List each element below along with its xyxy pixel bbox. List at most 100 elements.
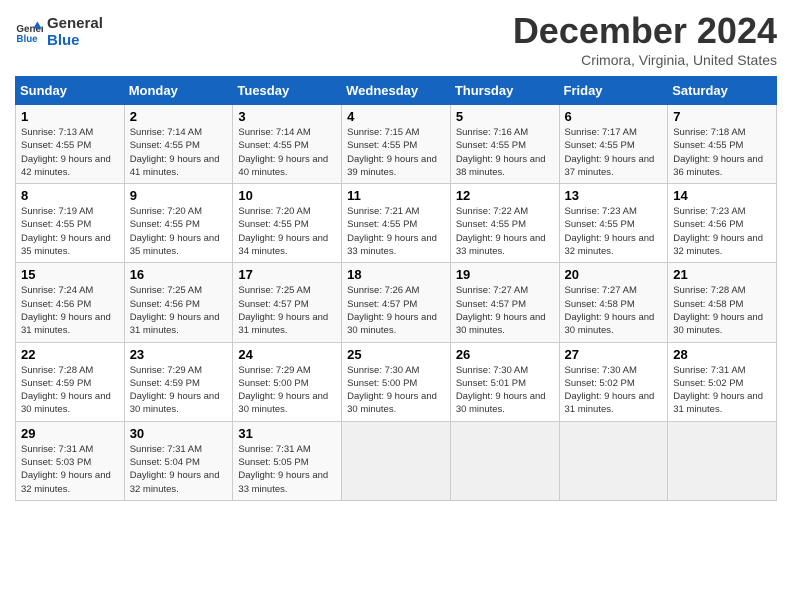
calendar-cell [342,421,451,500]
calendar-cell: 6 Sunrise: 7:17 AMSunset: 4:55 PMDaylight… [559,105,668,184]
day-number: 18 [347,267,445,282]
day-number: 16 [130,267,228,282]
day-number: 27 [565,347,663,362]
day-number: 29 [21,426,119,441]
weekday-header-row: SundayMondayTuesdayWednesdayThursdayFrid… [16,77,777,105]
day-number: 21 [673,267,771,282]
day-info: Sunrise: 7:29 AMSunset: 5:00 PMDaylight:… [238,364,336,417]
day-number: 19 [456,267,554,282]
day-number: 20 [565,267,663,282]
calendar-cell: 29 Sunrise: 7:31 AMSunset: 5:03 PMDayligh… [16,421,125,500]
calendar-cell: 9Sunrise: 7:20 AMSunset: 4:55 PMDaylight… [124,184,233,263]
calendar-cell: 10Sunrise: 7:20 AMSunset: 4:55 PMDayligh… [233,184,342,263]
day-info: Sunrise: 7:30 AMSunset: 5:01 PMDaylight:… [456,364,554,417]
day-number: 6 [565,109,663,124]
weekday-header-tuesday: Tuesday [233,77,342,105]
calendar-cell: 27 Sunrise: 7:30 AMSunset: 5:02 PMDayligh… [559,342,668,421]
day-info: Sunrise: 7:31 AMSunset: 5:04 PMDaylight:… [130,443,228,496]
day-info: Sunrise: 7:25 AMSunset: 4:56 PMDaylight:… [130,284,228,337]
day-number: 1 [21,109,119,124]
day-number: 17 [238,267,336,282]
day-info: Sunrise: 7:27 AMSunset: 4:57 PMDaylight:… [456,284,554,337]
svg-text:Blue: Blue [16,34,38,45]
day-number: 8 [21,188,119,203]
calendar-week-4: 22 Sunrise: 7:28 AMSunset: 4:59 PMDayligh… [16,342,777,421]
calendar-cell: 17 Sunrise: 7:25 AMSunset: 4:57 PMDayligh… [233,263,342,342]
day-info: Sunrise: 7:15 AMSunset: 4:55 PMDaylight:… [347,126,445,179]
calendar-cell: 16 Sunrise: 7:25 AMSunset: 4:56 PMDayligh… [124,263,233,342]
day-number: 22 [21,347,119,362]
day-number: 23 [130,347,228,362]
calendar-week-5: 29 Sunrise: 7:31 AMSunset: 5:03 PMDayligh… [16,421,777,500]
day-info: Sunrise: 7:19 AMSunset: 4:55 PMDaylight:… [21,205,119,258]
day-info: Sunrise: 7:29 AMSunset: 4:59 PMDaylight:… [130,364,228,417]
weekday-header-wednesday: Wednesday [342,77,451,105]
weekday-header-monday: Monday [124,77,233,105]
logo-blue-text: Blue [47,32,103,49]
day-number: 3 [238,109,336,124]
day-info: Sunrise: 7:20 AMSunset: 4:55 PMDaylight:… [238,205,336,258]
title-area: December 2024 Crimora, Virginia, United … [513,10,777,68]
day-info: Sunrise: 7:16 AMSunset: 4:55 PMDaylight:… [456,126,554,179]
day-number: 25 [347,347,445,362]
calendar-cell [450,421,559,500]
day-number: 24 [238,347,336,362]
day-info: Sunrise: 7:23 AMSunset: 4:55 PMDaylight:… [565,205,663,258]
calendar-cell [559,421,668,500]
calendar-cell: 2 Sunrise: 7:14 AMSunset: 4:55 PMDaylight… [124,105,233,184]
calendar-cell: 1 Sunrise: 7:13 AMSunset: 4:55 PMDaylight… [16,105,125,184]
day-number: 2 [130,109,228,124]
calendar-cell: 23 Sunrise: 7:29 AMSunset: 4:59 PMDayligh… [124,342,233,421]
calendar-cell: 26 Sunrise: 7:30 AMSunset: 5:01 PMDayligh… [450,342,559,421]
weekday-header-sunday: Sunday [16,77,125,105]
day-info: Sunrise: 7:30 AMSunset: 5:00 PMDaylight:… [347,364,445,417]
day-number: 31 [238,426,336,441]
calendar-cell: 18 Sunrise: 7:26 AMSunset: 4:57 PMDayligh… [342,263,451,342]
calendar-cell: 12Sunrise: 7:22 AMSunset: 4:55 PMDayligh… [450,184,559,263]
day-info: Sunrise: 7:25 AMSunset: 4:57 PMDaylight:… [238,284,336,337]
day-info: Sunrise: 7:23 AMSunset: 4:56 PMDaylight:… [673,205,771,258]
day-info: Sunrise: 7:14 AMSunset: 4:55 PMDaylight:… [238,126,336,179]
day-number: 9 [130,188,228,203]
day-info: Sunrise: 7:26 AMSunset: 4:57 PMDaylight:… [347,284,445,337]
calendar-cell: 25 Sunrise: 7:30 AMSunset: 5:00 PMDayligh… [342,342,451,421]
calendar-cell: 5 Sunrise: 7:16 AMSunset: 4:55 PMDaylight… [450,105,559,184]
weekday-header-saturday: Saturday [668,77,777,105]
day-number: 15 [21,267,119,282]
calendar-cell: 11Sunrise: 7:21 AMSunset: 4:55 PMDayligh… [342,184,451,263]
logo-general-text: General [47,15,103,32]
weekday-header-friday: Friday [559,77,668,105]
calendar-cell: 13Sunrise: 7:23 AMSunset: 4:55 PMDayligh… [559,184,668,263]
calendar-cell: 7Sunrise: 7:18 AMSunset: 4:55 PMDaylight… [668,105,777,184]
calendar-cell: 21Sunrise: 7:28 AMSunset: 4:58 PMDayligh… [668,263,777,342]
day-info: Sunrise: 7:14 AMSunset: 4:55 PMDaylight:… [130,126,228,179]
day-info: Sunrise: 7:22 AMSunset: 4:55 PMDaylight:… [456,205,554,258]
calendar-cell: 24 Sunrise: 7:29 AMSunset: 5:00 PMDayligh… [233,342,342,421]
day-info: Sunrise: 7:28 AMSunset: 4:59 PMDaylight:… [21,364,119,417]
day-info: Sunrise: 7:31 AMSunset: 5:02 PMDaylight:… [673,364,771,417]
day-info: Sunrise: 7:31 AMSunset: 5:05 PMDaylight:… [238,443,336,496]
calendar-cell: 20Sunrise: 7:27 AMSunset: 4:58 PMDayligh… [559,263,668,342]
weekday-header-thursday: Thursday [450,77,559,105]
day-info: Sunrise: 7:13 AMSunset: 4:55 PMDaylight:… [21,126,119,179]
calendar-cell: 15 Sunrise: 7:24 AMSunset: 4:56 PMDayligh… [16,263,125,342]
day-info: Sunrise: 7:17 AMSunset: 4:55 PMDaylight:… [565,126,663,179]
calendar-cell: 19 Sunrise: 7:27 AMSunset: 4:57 PMDayligh… [450,263,559,342]
day-number: 30 [130,426,228,441]
day-info: Sunrise: 7:31 AMSunset: 5:03 PMDaylight:… [21,443,119,496]
day-number: 5 [456,109,554,124]
calendar-cell: 28 Sunrise: 7:31 AMSunset: 5:02 PMDayligh… [668,342,777,421]
day-info: Sunrise: 7:24 AMSunset: 4:56 PMDaylight:… [21,284,119,337]
day-info: Sunrise: 7:18 AMSunset: 4:55 PMDaylight:… [673,126,771,179]
calendar-cell: 3 Sunrise: 7:14 AMSunset: 4:55 PMDaylight… [233,105,342,184]
calendar-cell: 8 Sunrise: 7:19 AMSunset: 4:55 PMDaylight… [16,184,125,263]
day-number: 26 [456,347,554,362]
day-number: 14 [673,188,771,203]
month-year-title: December 2024 [513,10,777,52]
logo-icon: General Blue [15,18,43,46]
day-info: Sunrise: 7:30 AMSunset: 5:02 PMDaylight:… [565,364,663,417]
day-info: Sunrise: 7:21 AMSunset: 4:55 PMDaylight:… [347,205,445,258]
calendar-week-2: 8 Sunrise: 7:19 AMSunset: 4:55 PMDaylight… [16,184,777,263]
day-number: 28 [673,347,771,362]
logo: General Blue General Blue [15,10,103,49]
